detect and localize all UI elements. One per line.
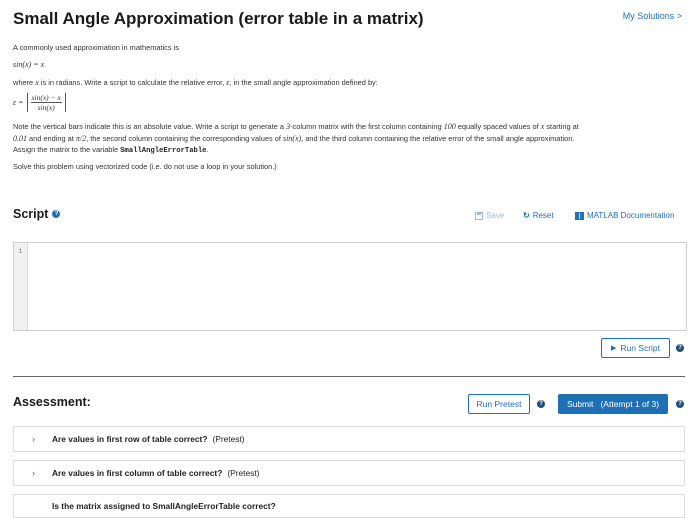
note-paragraph: Note the vertical bars indicate this is … bbox=[13, 121, 693, 158]
variable-name: SmallAngleErrorTable bbox=[120, 147, 207, 155]
doc-label: MATLAB Documentation bbox=[587, 211, 675, 220]
matlab-documentation-link[interactable]: MATLAB Documentation bbox=[575, 211, 674, 220]
intro-text: A commonly used approximation in mathema… bbox=[13, 43, 179, 52]
problem-paragraph-2: where x is in radians. Write a script to… bbox=[13, 77, 378, 89]
script-heading: Script ? bbox=[13, 207, 61, 221]
submit-label: Submit (Attempt 1 of 3) bbox=[566, 399, 660, 409]
p2-text-a: where bbox=[13, 78, 36, 87]
save-label: Save bbox=[486, 211, 505, 220]
p2-text-c: , in the small angle approximation defin… bbox=[229, 78, 378, 87]
play-icon: ▶ bbox=[610, 345, 617, 352]
assessment-heading: Assessment: bbox=[13, 395, 91, 409]
script-heading-label: Script bbox=[13, 207, 49, 221]
assessment-item-text: Are values in first column of table corr… bbox=[52, 468, 223, 478]
assessment-item-tag: (Pretest) bbox=[227, 468, 260, 478]
assessment-item[interactable]: › Are values in first column of table co… bbox=[13, 460, 685, 486]
run-pretest-button[interactable]: Run Pretest bbox=[468, 394, 530, 414]
pretest-help-icon[interactable]: ? bbox=[537, 400, 545, 408]
help-icon[interactable]: ? bbox=[52, 210, 61, 218]
section-divider bbox=[13, 376, 685, 377]
error-formula: ε = sin(x) − x sin(x) bbox=[13, 93, 66, 112]
vectorized-note: Solve this problem using vectorized code… bbox=[13, 162, 277, 171]
approx-formula: sin(x) = x bbox=[13, 60, 45, 69]
line-number-gutter: 1 bbox=[14, 243, 28, 330]
page-title: Small Angle Approximation (error table i… bbox=[13, 9, 424, 28]
run-script-button[interactable]: ▶ Run Script bbox=[601, 338, 670, 358]
my-solutions-link[interactable]: My Solutions > bbox=[623, 11, 682, 21]
error-lhs: ε = bbox=[13, 98, 24, 107]
run-script-label: Run Script bbox=[620, 343, 661, 353]
submit-button[interactable]: Submit (Attempt 1 of 3) bbox=[558, 394, 668, 414]
save-icon bbox=[475, 211, 483, 220]
error-fraction: sin(x) − x sin(x) bbox=[26, 93, 66, 112]
assessment-item[interactable]: › Are values in first row of table corre… bbox=[13, 426, 685, 452]
run-pretest-label: Run Pretest bbox=[476, 399, 522, 409]
assessment-item-tag: (Pretest) bbox=[212, 434, 245, 444]
error-numerator: sin(x) − x bbox=[30, 93, 62, 103]
code-editor[interactable]: 1 bbox=[13, 242, 687, 331]
assessment-item[interactable]: › Is the matrix assigned to SmallAngleEr… bbox=[13, 494, 685, 518]
book-icon bbox=[575, 211, 584, 220]
chevron-right-icon: › bbox=[32, 434, 35, 444]
assessment-item-text: Are values in first row of table correct… bbox=[52, 434, 208, 444]
error-denominator: sin(x) bbox=[37, 103, 55, 112]
note-line-1: Note the vertical bars indicate this is … bbox=[13, 122, 579, 131]
submit-help-icon[interactable]: ? bbox=[676, 400, 684, 408]
chevron-right-icon: › bbox=[32, 468, 35, 478]
note-line-3: Assign the matrix to the variable SmallA… bbox=[13, 145, 209, 155]
reset-button[interactable]: ↻ Reset bbox=[523, 211, 554, 220]
reset-label: Reset bbox=[532, 211, 554, 220]
note-line-2: 0.01 and ending at π/2, the second colum… bbox=[13, 133, 575, 143]
line-number: 1 bbox=[18, 248, 23, 255]
save-button[interactable]: Save bbox=[475, 211, 504, 220]
run-help-icon[interactable]: ? bbox=[676, 344, 684, 352]
assessment-item-text: Is the matrix assigned to SmallAngleErro… bbox=[52, 501, 276, 511]
reset-icon: ↻ bbox=[523, 211, 530, 220]
p2-text-b: is in radians. Write a script to calcula… bbox=[38, 78, 227, 87]
